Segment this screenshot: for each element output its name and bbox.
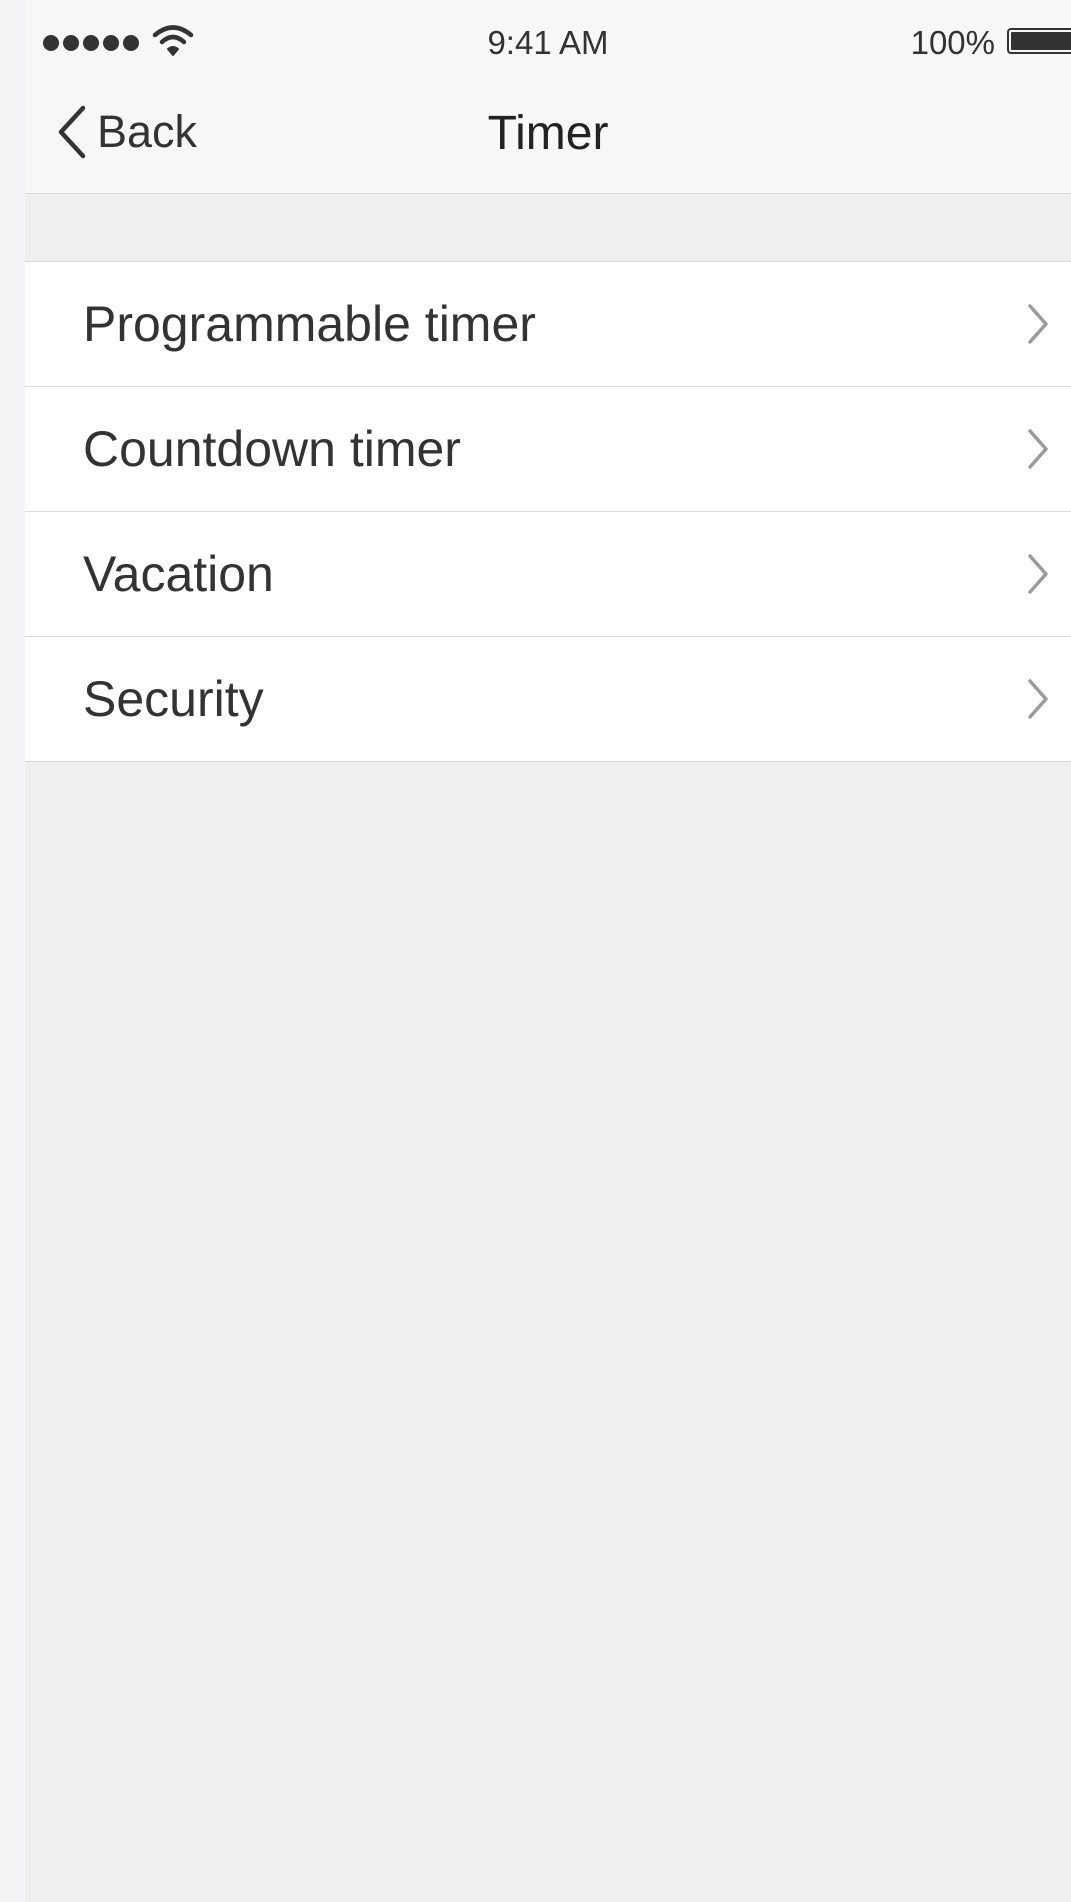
status-bar: 9:41 AM 100% [25,0,1071,80]
timer-menu-list: Programmable timer Countdown timer Vacat… [25,261,1071,762]
menu-item-countdown-timer[interactable]: Countdown timer [25,387,1071,512]
menu-item-vacation[interactable]: Vacation [25,512,1071,637]
menu-item-programmable-timer[interactable]: Programmable timer [25,262,1071,387]
menu-item-label: Security [83,671,264,727]
chevron-right-icon [1028,304,1048,344]
app-screen: 9:41 AM 100% Back Timer Programmable tim… [25,0,1071,1902]
navigation-bar: Back Timer [25,80,1071,193]
menu-item-label: Vacation [83,546,274,602]
chevron-right-icon [1028,429,1048,469]
battery-fill [1011,32,1071,50]
menu-item-label: Countdown timer [83,421,461,477]
menu-item-security[interactable]: Security [25,637,1071,761]
chevron-right-icon [1028,554,1048,594]
battery-percentage: 100% [910,24,995,61]
page-title: Timer [487,107,609,160]
battery-icon [1007,28,1071,54]
chevron-right-icon [1028,679,1048,719]
menu-item-label: Programmable timer [83,296,536,352]
header: 9:41 AM 100% Back Timer [25,0,1071,194]
